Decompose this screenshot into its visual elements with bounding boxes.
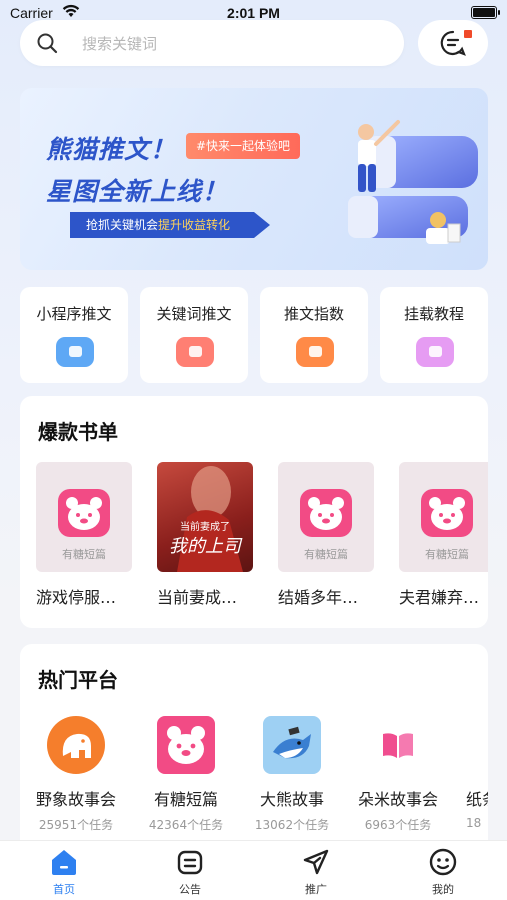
- announcement-icon: [177, 850, 203, 875]
- banner-ribbon: 抢抓关键机会提升收益转化: [70, 212, 270, 238]
- quick-link-label: 关键词推文: [156, 305, 232, 323]
- platform-item[interactable]: 朵米故事会 6963个任务: [348, 716, 448, 833]
- search-placeholder: 搜索关键词: [82, 34, 158, 53]
- platform-tasks: 18: [466, 816, 482, 830]
- search-input[interactable]: 搜索关键词: [20, 20, 404, 66]
- paper-icon: [454, 716, 488, 774]
- tab-profile[interactable]: 我的: [403, 847, 483, 897]
- book-item[interactable]: 有糖短篇 游戏停服…: [36, 462, 132, 608]
- tab-label: 首页: [53, 883, 75, 896]
- bear-logo-icon: [421, 489, 473, 537]
- banner-title-line2: 星图全新上线！: [46, 177, 229, 206]
- quick-link-label: 推文指数: [283, 305, 344, 323]
- hot-platforms-section: 热门平台 野象故事会 25951个任务 有糖短篇 42364个任务 大熊故事 1…: [20, 644, 488, 840]
- index-icon: [296, 337, 334, 367]
- ribbon-highlight: 提升收益转化: [158, 218, 231, 232]
- bear-logo-icon: [300, 489, 352, 537]
- tab-label: 公告: [179, 883, 201, 896]
- tab-announcements[interactable]: 公告: [150, 847, 230, 897]
- promo-banner[interactable]: 熊猫推文！ #快来一起体验吧 星图全新上线！ 抢抓关键机会提升收益转化: [20, 88, 488, 270]
- book-name: 夫君嫌弃…: [399, 588, 480, 607]
- chat-icon: [440, 30, 466, 56]
- tutorial-icon: [416, 337, 454, 367]
- notification-dot: [464, 30, 472, 38]
- banner-tag: #快来一起体验吧: [186, 133, 301, 159]
- book-cover: 有糖短篇: [36, 462, 132, 572]
- bottom-tab-bar: 首页 公告 推广 我的: [0, 840, 507, 900]
- book-item[interactable]: 有糖短篇 夫君嫌弃…: [399, 462, 488, 608]
- platform-tasks: 13062个任务: [254, 818, 330, 832]
- cover-brand-text: 有糖短篇: [304, 548, 348, 561]
- platform-name: 野象故事会: [35, 790, 116, 809]
- battery-icon: [471, 6, 500, 19]
- section-title: 热门平台: [38, 664, 118, 693]
- profile-face-icon: [429, 848, 457, 876]
- miniprogram-icon: [56, 337, 94, 367]
- book-cover: 当前妻成了 我的上司: [157, 462, 253, 572]
- quick-link-index[interactable]: 推文指数: [260, 287, 368, 383]
- quick-link-miniprogram[interactable]: 小程序推文: [20, 287, 128, 383]
- home-icon: [52, 850, 76, 875]
- banner-title-line1: 熊猫推文！: [46, 135, 177, 164]
- platform-name: 大熊故事: [259, 790, 324, 809]
- cover-brand-text: 有糖短篇: [425, 548, 469, 561]
- hot-books-section: 爆款书单 有糖短篇 游戏停服… 当前妻成了 我的上司 当前妻成… 有糖短篇 结婚…: [20, 396, 488, 628]
- book-name: 结婚多年…: [278, 588, 359, 607]
- tab-label: 推广: [305, 883, 327, 896]
- book-cover: 有糖短篇: [278, 462, 374, 572]
- platform-name: 有糖短篇: [153, 790, 218, 809]
- keyword-icon: [176, 337, 214, 367]
- platform-name: 纸条: [466, 790, 488, 809]
- banner-illustration: [348, 120, 478, 244]
- platform-item[interactable]: 野象故事会 25951个任务: [26, 716, 126, 833]
- shark-icon: [263, 716, 321, 774]
- book-cover: 有糖短篇: [399, 462, 488, 572]
- section-title-text: 热门平台: [38, 668, 118, 692]
- platform-tasks: 25951个任务: [38, 818, 114, 832]
- book-name: 游戏停服…: [36, 588, 117, 607]
- elephant-icon: [47, 716, 105, 774]
- platform-item[interactable]: 大熊故事 13062个任务: [242, 716, 342, 833]
- platform-tasks: 42364个任务: [148, 818, 224, 832]
- cover-line2: 我的上司: [169, 536, 241, 557]
- quick-link-label: 挂载教程: [403, 305, 464, 323]
- book-item[interactable]: 当前妻成了 我的上司 当前妻成…: [157, 462, 253, 608]
- cover-line1: 当前妻成了: [180, 522, 230, 533]
- quick-link-label: 小程序推文: [36, 305, 112, 323]
- tab-home[interactable]: 首页: [24, 847, 104, 897]
- book-name: 当前妻成…: [157, 588, 238, 607]
- section-title: 爆款书单: [38, 416, 118, 445]
- platform-tasks: 6963个任务: [364, 818, 432, 832]
- tab-label: 我的: [432, 883, 454, 896]
- clock: 2:01 PM: [227, 5, 280, 21]
- bear-icon: [157, 716, 215, 774]
- ribbon-prefix: 抢抓关键机会: [86, 218, 159, 232]
- section-title-text: 爆款书单: [38, 420, 118, 444]
- send-icon: [303, 849, 329, 875]
- search-icon: [37, 33, 58, 54]
- platform-item[interactable]: 纸条 18: [454, 716, 488, 830]
- tab-promote[interactable]: 推广: [276, 847, 356, 897]
- platform-item[interactable]: 有糖短篇 42364个任务: [136, 716, 236, 833]
- quick-link-keyword[interactable]: 关键词推文: [140, 287, 248, 383]
- platform-name: 朵米故事会: [357, 790, 438, 809]
- bear-logo-icon: [58, 489, 110, 537]
- quick-link-tutorial[interactable]: 挂载教程: [380, 287, 488, 383]
- message-button[interactable]: [418, 20, 488, 66]
- cover-brand-text: 有糖短篇: [62, 548, 106, 561]
- book-item[interactable]: 有糖短篇 结婚多年…: [278, 462, 374, 608]
- book-icon: [369, 716, 427, 774]
